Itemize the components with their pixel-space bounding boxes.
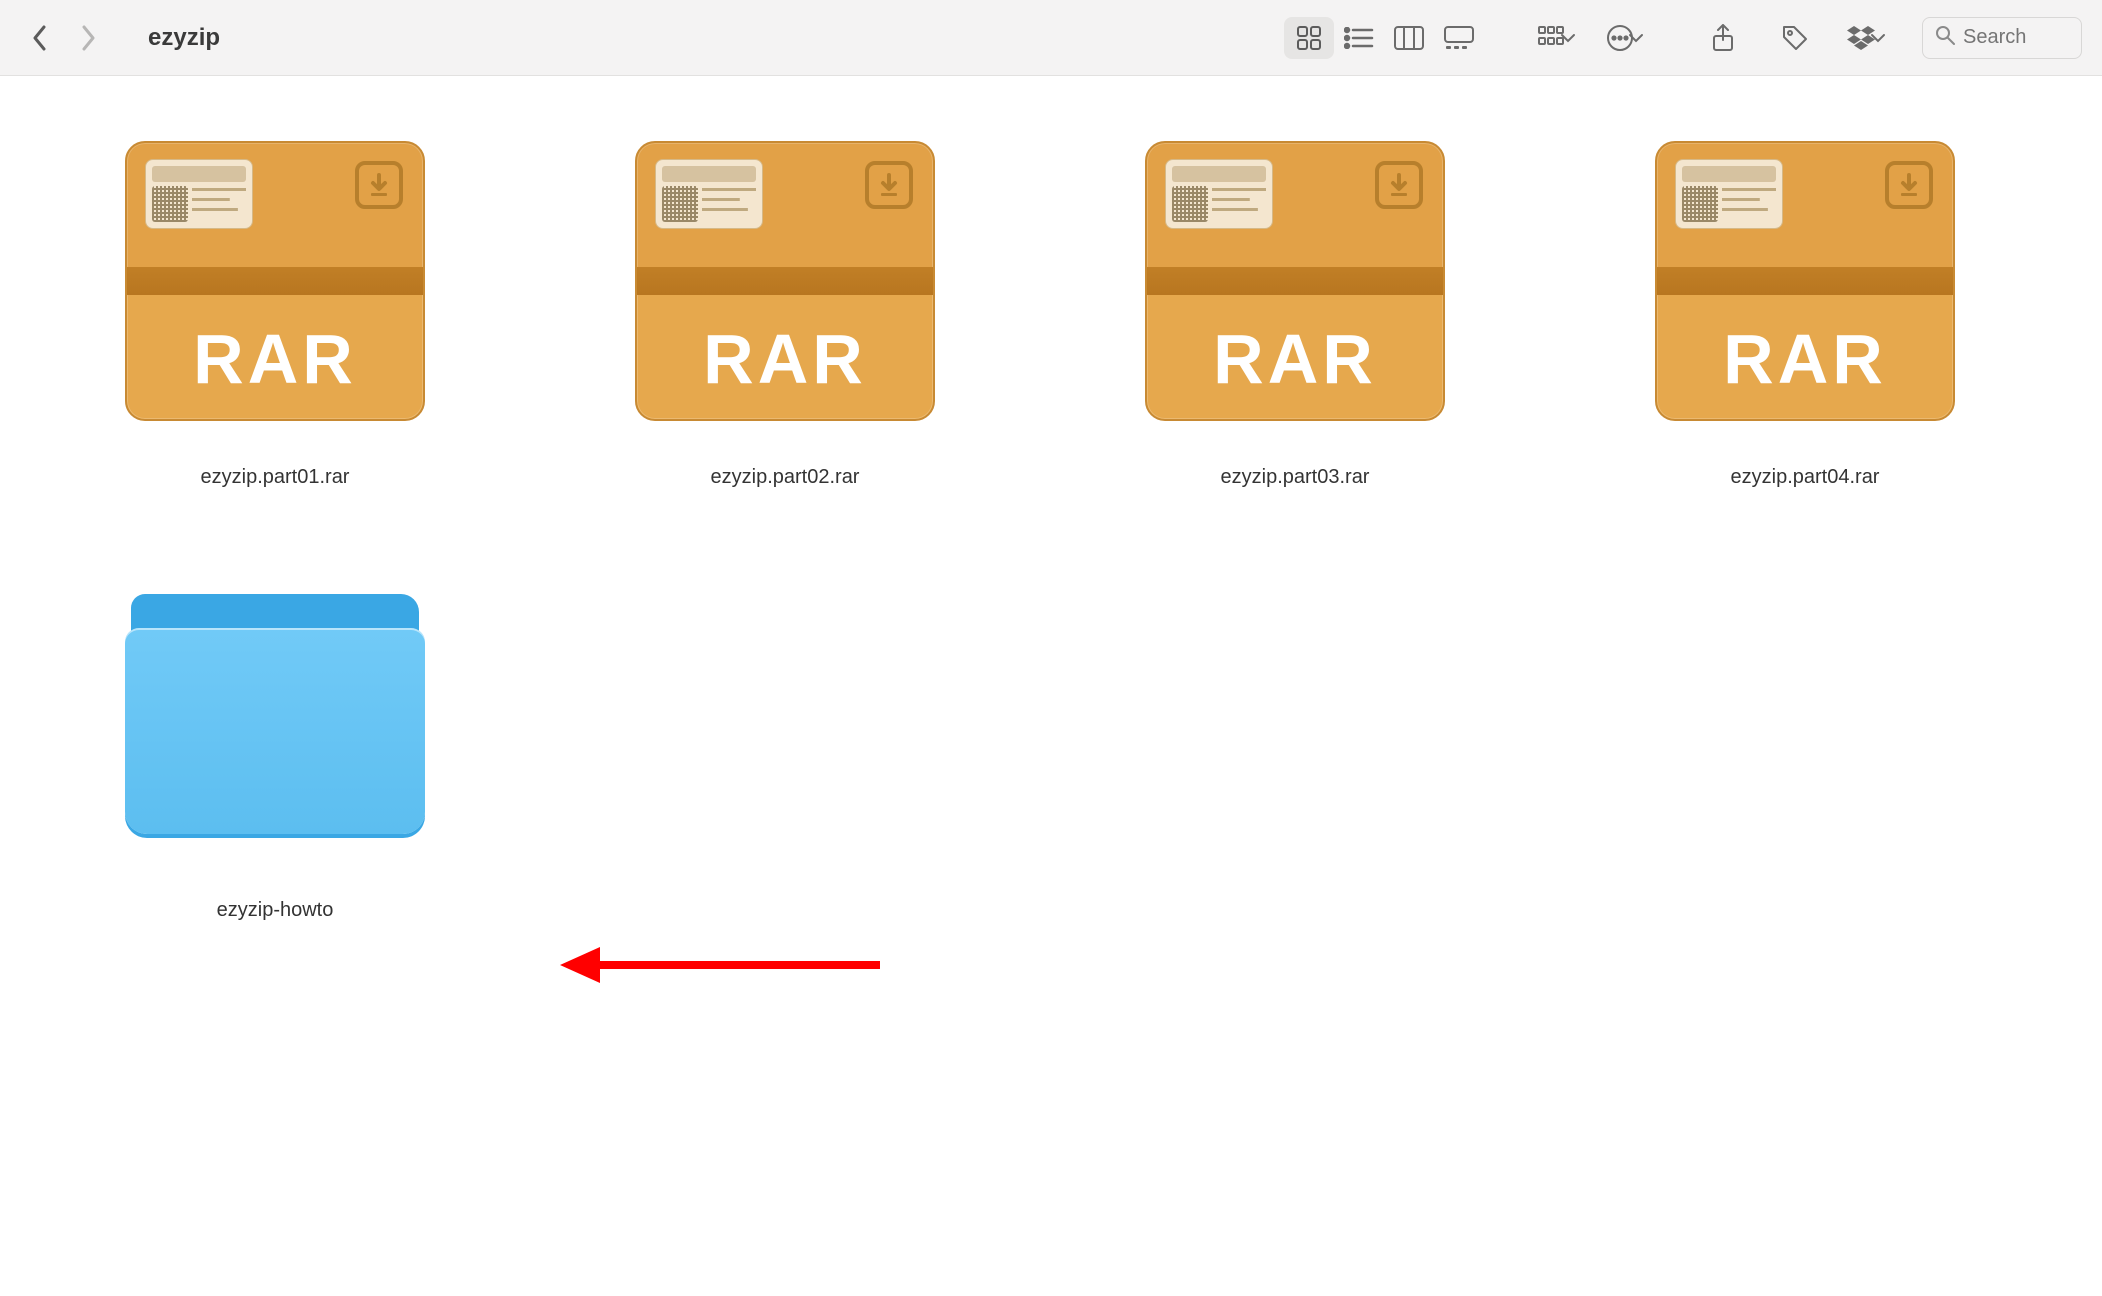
toolbar-right: [1698, 17, 1890, 59]
more-actions-button[interactable]: [1602, 17, 1648, 59]
rar-icon: RAR: [625, 136, 945, 426]
view-columns-button[interactable]: [1384, 17, 1434, 59]
window-title: ezyzip: [148, 24, 220, 52]
search-icon: [1935, 25, 1955, 50]
folder-label: ezyzip-howto: [217, 899, 334, 922]
tags-button[interactable]: [1770, 17, 1820, 59]
icon-grid: RAR ezyzip.part01.rar RAR ezyzip.part02.…: [0, 76, 2102, 982]
folder-item[interactable]: ezyzip-howto: [40, 569, 510, 922]
view-gallery-button[interactable]: [1434, 17, 1484, 59]
view-list-button[interactable]: [1334, 17, 1384, 59]
file-label: ezyzip.part01.rar: [201, 466, 350, 489]
share-button[interactable]: [1698, 17, 1748, 59]
nav-buttons: [30, 28, 98, 48]
file-label: ezyzip.part02.rar: [711, 466, 860, 489]
finder-toolbar: ezyzip: [0, 0, 2102, 76]
view-icons-button[interactable]: [1284, 17, 1334, 59]
group-by-button[interactable]: [1534, 17, 1580, 59]
file-item[interactable]: RAR ezyzip.part01.rar: [40, 136, 510, 489]
view-mode-group: [1284, 17, 1484, 59]
file-label: ezyzip.part04.rar: [1731, 466, 1880, 489]
rar-badge: RAR: [127, 319, 423, 399]
file-item[interactable]: RAR ezyzip.part02.rar: [550, 136, 1020, 489]
forward-button[interactable]: [78, 28, 98, 48]
file-item[interactable]: RAR ezyzip.part04.rar: [1570, 136, 2040, 489]
search-box[interactable]: [1922, 17, 2082, 59]
rar-icon: RAR: [1135, 136, 1455, 426]
rar-badge: RAR: [1657, 319, 1953, 399]
folder-icon: [115, 569, 435, 859]
rar-badge: RAR: [637, 319, 933, 399]
rar-icon: RAR: [115, 136, 435, 426]
file-item[interactable]: RAR ezyzip.part03.rar: [1060, 136, 1530, 489]
toolbar-actions: [1534, 17, 1648, 59]
rar-icon: RAR: [1645, 136, 1965, 426]
back-button[interactable]: [30, 28, 50, 48]
rar-badge: RAR: [1147, 319, 1443, 399]
dropbox-button[interactable]: [1842, 17, 1890, 59]
file-label: ezyzip.part03.rar: [1221, 466, 1370, 489]
search-input[interactable]: [1963, 26, 2069, 49]
